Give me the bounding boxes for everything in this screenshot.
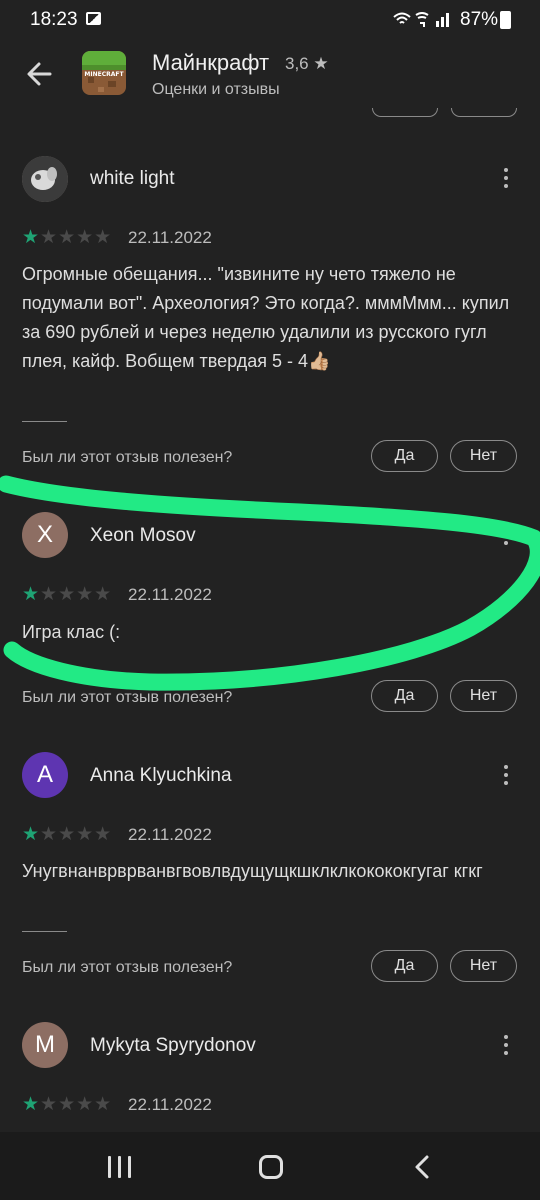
review-text: Огромные обещания... "извините ну чето т… [22,264,510,371]
review-author: Xeon Mosov [90,525,196,546]
home-icon[interactable] [259,1155,283,1179]
star-rating: ★★★★★ [22,824,113,845]
helpful-no-button[interactable]: Нет [450,950,517,982]
review-date: 22.11.2022 [128,585,212,604]
star-rating: ★★★★★ [22,227,113,248]
status-time: 18:23 [30,9,78,30]
review-author: Anna Klyuchkina [90,765,232,786]
avatar: X [22,512,68,558]
review-text: Игра клас (: [22,622,121,642]
avatar: M [22,1022,68,1068]
helpful-yes-button[interactable]: Да [371,950,438,982]
previous-yes-button-edge [372,108,438,117]
previous-no-button-edge [451,108,517,117]
app-rating: 3,6 ★ [285,54,329,74]
rating-value: 3,6 [285,54,309,73]
helpful-question: Был ли этот отзыв полезен? [22,689,233,706]
app-subtitle: Оценки и отзывы [152,81,280,98]
review-author: Mykyta Spyrydonov [90,1035,256,1056]
star-rating: ★★★★★ [22,1094,113,1115]
divider [22,421,67,422]
review-date: 22.11.2022 [128,1095,212,1114]
svg-text:MINECRAFT: MINECRAFT [84,71,124,78]
more-options-icon[interactable] [496,525,516,549]
helpful-question: Был ли этот отзыв полезен? [22,449,233,466]
avatar-photo [22,156,68,202]
rating-star-icon: ★ [313,54,329,73]
recents-icon[interactable] [108,1156,132,1178]
more-options-icon[interactable] [496,168,516,192]
battery-icon [500,11,511,29]
more-options-icon[interactable] [496,765,516,789]
review-date: 22.11.2022 [128,228,212,247]
app-icon: MINECRAFT [82,51,126,95]
avatar: A [22,752,68,798]
divider [22,931,67,932]
helpful-yes-button[interactable]: Да [371,440,438,472]
helpful-question: Был ли этот отзыв полезен? [22,959,233,976]
helpful-no-button[interactable]: Нет [450,680,517,712]
wifi-calling-icon [415,12,429,27]
more-options-icon[interactable] [496,1035,516,1059]
star-rating: ★★★★★ [22,584,113,605]
back-icon[interactable] [410,1154,436,1180]
app-title: Майнкрафт [152,50,270,75]
review-date: 22.11.2022 [128,825,212,844]
status-bar: 18:23 87% [0,0,540,40]
helpful-no-button[interactable]: Нет [450,440,517,472]
review-author: white light [90,168,175,189]
back-arrow-icon[interactable] [22,56,58,92]
wifi-signal-icons [392,9,456,34]
helpful-yes-button[interactable]: Да [371,680,438,712]
review-text: Унугвнанврврванвгвовлвдущущкшклклкококок… [22,861,483,881]
signal-icon [436,21,439,27]
wifi-icon [393,12,411,24]
gallery-icon [86,12,101,25]
battery-percent: 87% [460,9,499,30]
